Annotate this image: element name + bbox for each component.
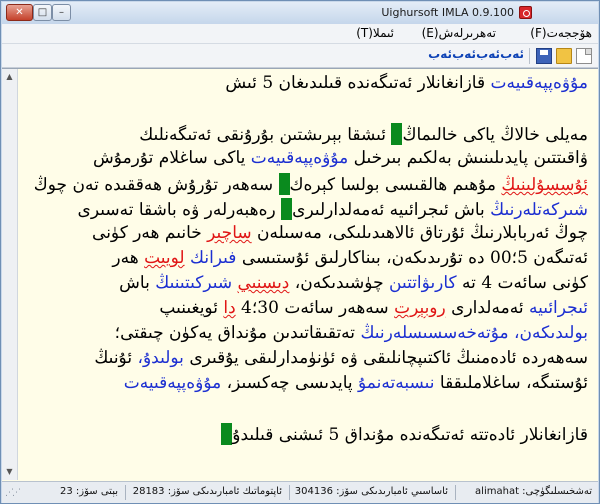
text-run: سەھەر سائەت 30؛4: [235, 298, 395, 318]
status-divider: [125, 485, 126, 500]
text-run: سەھەردە ئادەمنىڭ ئاكتىپچانلىقى ۋە ئۈنۈمد…: [183, 348, 588, 368]
highlighted-word: مۇۋەپپەقىيەت: [123, 373, 222, 393]
text-run: ياكى ساغلام تۇرمۇش: [93, 148, 251, 168]
paragraph-marker: [278, 173, 290, 195]
document-line[interactable]: چوڭ ئەربابلارنىڭ ئۇرتاق ئالاھىدىلىكى، مە…: [92, 223, 588, 243]
text-run: ئۇنىڭ: [94, 348, 138, 368]
text-run: خانىم ھەر كۈنى: [92, 223, 208, 243]
window-title: Uighursoft IMLA 0.9.100: [381, 6, 514, 19]
open-folder-icon[interactable]: [556, 48, 572, 64]
app-logo-icon: [519, 6, 532, 19]
text-run: مۇھىم ھالقىسى بولسا كېرەك: [289, 175, 502, 195]
misspelled-word[interactable]: لويىت: [144, 248, 185, 268]
text-run: ئۇستىگە، ساغلاملىققا: [434, 373, 588, 393]
status-page-words: بېتى سۆز: 23: [60, 486, 118, 497]
document-line[interactable]: شىركەتلەرنىڭ باش ئىجرائىيە ئەمەلدارلىرى …: [78, 198, 588, 220]
check-spelling-button[interactable]: ئەب: [428, 47, 453, 61]
scroll-up-icon[interactable]: ▲: [4, 72, 15, 82]
text-run: باش: [119, 273, 156, 293]
status-fixed-words: ئاپتوماتىك ئامبارىدىكى سۆز: 28183: [132, 486, 282, 497]
text-run: ئەتىگەن 5؛00 دە تۇرىدىكەن، بىناكارلىق ئۇ…: [236, 248, 588, 268]
document-line[interactable]: كۈنى سائەت 4 تە كارىۋاتتىن چۈشىدىكەن، دى…: [119, 273, 588, 293]
document-heading[interactable]: مۇۋەپپەقىيەت قازانغانلار ئەتىگەندە قىلىد…: [225, 73, 588, 93]
document-line[interactable]: ئەتىگەن 5؛00 دە تۇرىدىكەن، بىناكارلىق ئۇ…: [112, 248, 588, 268]
paragraph-marker: [221, 423, 233, 445]
highlighted-word: نىسبەتەنمۇ: [358, 373, 435, 393]
text-run: ھەر: [112, 248, 145, 268]
highlighted-word: كارىۋاتتىن: [389, 273, 457, 293]
highlighted-word: شىركەتلەرنىڭ: [490, 200, 588, 220]
document-line[interactable]: ئۇستىگە، ساغلاملىققا نىسبەتەنمۇ پايدىسى …: [124, 373, 588, 393]
misspelled-word[interactable]: دىسنىي: [237, 273, 289, 293]
new-file-icon[interactable]: [576, 48, 592, 64]
highlighted-word: بولىدۇ،: [137, 348, 184, 368]
text-run: رەھبەرلەر ۋە باشقا تەسىرى: [77, 200, 282, 220]
highlighted-word: بولىدىكەن،: [514, 323, 588, 343]
toolbar: ئەب ئەب ئەب ئەب: [2, 44, 598, 68]
document-line[interactable]: ئىجرائىيە ئەمەلدارى روبېرت سەھەر سائەت 3…: [159, 298, 588, 318]
highlighted-word: مۇۋەپپەقىيەت: [250, 148, 349, 168]
misspelled-word[interactable]: ئۇسسۇلىنىڭ: [501, 175, 588, 195]
minimize-button[interactable]: –: [52, 4, 71, 21]
status-checker: تەشخىسلىگۈچى: alimahat: [475, 486, 592, 497]
text-run: قازانغانلار ئەتىگەندە قىلىدىغان 5 ئىش: [225, 73, 491, 93]
document-line[interactable]: ۋاقىتتىن پايدىلىنىش بەلكىم بىرخىل مۇۋەپپ…: [93, 148, 588, 168]
text-run: ئىشقا بېرىشتىن بۇرۇنقى ئەتىگەنلىك: [139, 125, 392, 145]
scroll-down-icon[interactable]: ▼: [4, 467, 15, 477]
save-icon[interactable]: [536, 48, 552, 64]
document-line[interactable]: قازانغانلار ئادەتتە ئەتىگەندە مۇنداق 5 ئ…: [221, 423, 588, 445]
text-run: پايدىسى چەكسىز،: [221, 373, 359, 393]
text-editor[interactable]: ▲ ▼ مۇۋەپپەقىيەت قازانغانلار ئەتىگەندە ق…: [2, 68, 598, 481]
document-line[interactable]: سەھەردە ئادەمنىڭ ئاكتىپچانلىقى ۋە ئۈنۈمد…: [94, 348, 588, 368]
paragraph-marker: [391, 123, 403, 145]
text-run: سەھەر تۇرۇش ھەققىدە تەن چوڭ: [33, 175, 279, 195]
resize-grip-icon[interactable]: ⋰⋰: [5, 488, 21, 498]
highlighted-word: فىرانك: [190, 248, 237, 268]
app-window: ✕ □ – Uighursoft IMLA 0.9.100 ھۆججەت(F) …: [0, 0, 600, 504]
status-bar: تەشخىسلىگۈچى: alimahat ئاساسىي ئامبارىدى…: [2, 481, 598, 503]
text-run: مەيلى خالاڭ ياكى خالىماڭ: [402, 125, 588, 145]
status-divider: [289, 485, 290, 500]
text-run: قازانغانلار ئادەتتە ئەتىگەندە مۇنداق 5 ئ…: [232, 425, 588, 445]
text-run: كۈنى سائەت 4 تە: [456, 273, 588, 293]
highlighted-word: ئىجرائىيە: [528, 298, 588, 318]
highlighted-word: مۇۋەپپەقىيەت: [490, 73, 588, 93]
status-basic-words: ئاساسىي ئامبارىدىكى سۆز: 304136: [294, 486, 448, 497]
paragraph-marker: [281, 198, 293, 220]
document-line[interactable]: مەيلى خالاڭ ياكى خالىماڭ ئىشقا بېرىشتىن …: [139, 123, 588, 145]
text-run: ئەمەلدارى: [445, 298, 529, 318]
status-divider: [455, 485, 456, 500]
text-run: تەتقىقاتىدىن مۇنداق يەكۈن چىقتى؛: [114, 323, 361, 343]
misspelled-word[interactable]: روبېرت: [394, 298, 446, 318]
toolbar-divider: [529, 48, 530, 64]
highlighted-word: مۇتەخەسسىسلەرنىڭ: [360, 323, 509, 343]
menu-bar: ھۆججەت(F) تەھرىرلەش(E) ئىملا(T): [2, 24, 598, 44]
maximize-button[interactable]: □: [33, 4, 52, 21]
highlighted-word: شىركىتىنىڭ: [155, 273, 233, 293]
convert-cyrillic-button[interactable]: ئەب: [452, 47, 477, 61]
close-button[interactable]: ✕: [6, 4, 33, 21]
menu-edit[interactable]: تەھرىرلەش(E): [422, 26, 496, 40]
convert-script-button[interactable]: ئەب: [500, 47, 525, 61]
title-bar[interactable]: ✕ □ – Uighursoft IMLA 0.9.100: [2, 2, 598, 24]
document-line[interactable]: بولىدىكەن، مۇتەخەسسىسلەرنىڭ تەتقىقاتىدىن…: [115, 323, 588, 343]
document-line[interactable]: ئۇسسۇلىنىڭ مۇھىم ھالقىسى بولسا كېرەك سەھ…: [34, 173, 588, 195]
convert-latin-button[interactable]: ئەب: [476, 47, 501, 61]
misspelled-word[interactable]: دا: [223, 298, 235, 318]
misspelled-word[interactable]: ساچىر: [207, 223, 251, 243]
text-run: ئويغىنىپ: [159, 298, 224, 318]
menu-spelling[interactable]: ئىملا(T): [356, 26, 394, 40]
menu-file[interactable]: ھۆججەت(F): [530, 26, 592, 40]
text-run: ۋاقىتتىن پايدىلىنىش بەلكىم بىرخىل: [348, 148, 588, 168]
text-run: چوڭ ئەربابلارنىڭ ئۇرتاق ئالاھىدىلىكى، مە…: [251, 223, 588, 243]
text-run: چۈشىدىكەن،: [289, 273, 389, 293]
text-run: باش ئىجرائىيە ئەمەلدارلىرى: [292, 200, 491, 220]
vertical-scrollbar[interactable]: ▲ ▼: [2, 69, 18, 480]
